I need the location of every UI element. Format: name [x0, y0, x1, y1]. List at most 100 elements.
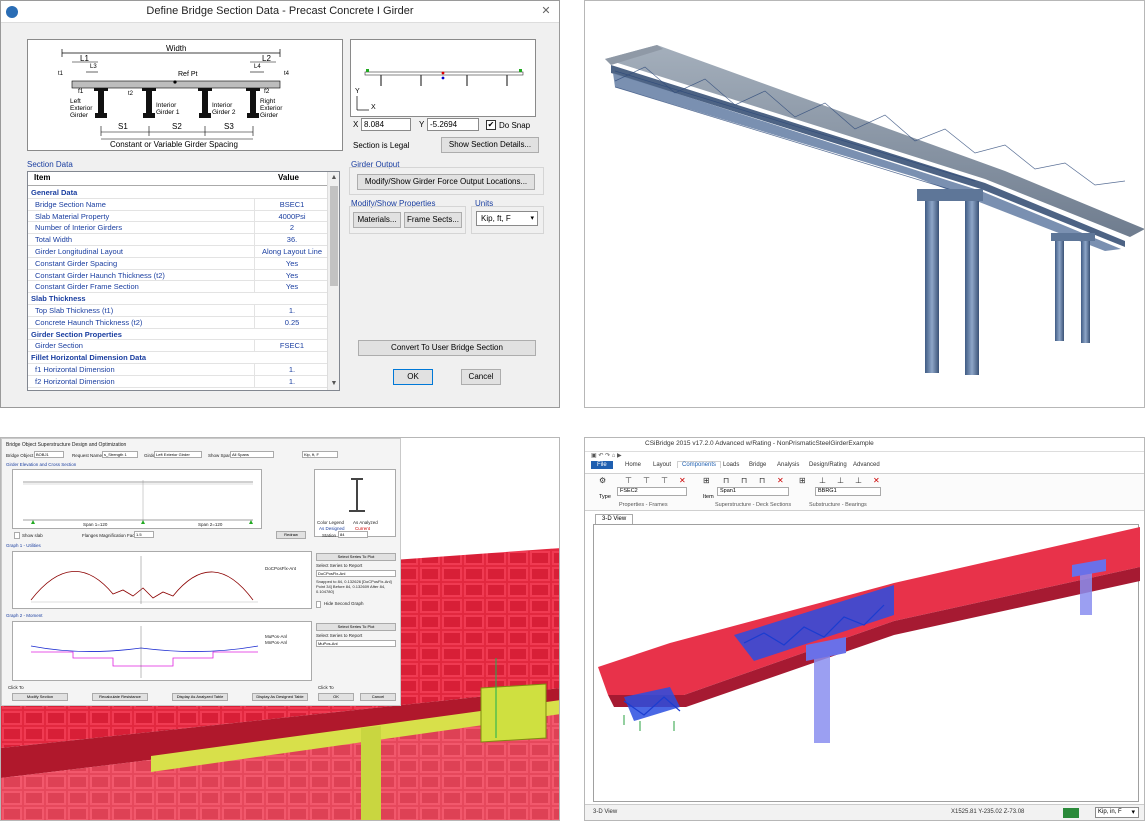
- table-row-value[interactable]: Yes: [256, 259, 328, 268]
- table-row[interactable]: f2 Horizontal Dimension 1.: [28, 375, 328, 388]
- bearing-copy-icon[interactable]: ⊥: [837, 476, 844, 485]
- table-row-divider: [254, 364, 255, 375]
- select-series-dropdown-2[interactable]: MuPos-Anl: [316, 640, 396, 647]
- t2-label: t2: [128, 91, 134, 97]
- tab-bridge[interactable]: Bridge: [749, 462, 766, 468]
- tab-design-rating[interactable]: Design/Rating: [809, 462, 847, 468]
- table-row: General Data: [28, 187, 328, 199]
- tab-loads[interactable]: Loads: [723, 462, 739, 468]
- table-row-value[interactable]: Yes: [256, 282, 328, 291]
- table-row-value[interactable]: 1.: [256, 306, 328, 315]
- table-row[interactable]: Slab Material Property 4000Psi: [28, 210, 328, 223]
- display-designed-button[interactable]: Display As Designed Table: [252, 693, 308, 701]
- request-select[interactable]: s_Strength 1: [102, 451, 138, 458]
- deck-item-icon[interactable]: ⊞: [703, 476, 710, 485]
- table-row[interactable]: Bridge Section Name BSEC1: [28, 198, 328, 211]
- table-row-value[interactable]: FSEC1: [256, 341, 328, 350]
- table-row[interactable]: Girder Section FSEC1: [28, 340, 328, 353]
- table-row[interactable]: Constant Girder Frame Section Yes: [28, 281, 328, 294]
- x-coord-field[interactable]: 8.084: [361, 118, 411, 131]
- status-indicator-icon: [1063, 808, 1079, 818]
- scroll-thumb[interactable]: [330, 186, 338, 286]
- table-row[interactable]: Constant Girder Spacing Yes: [28, 257, 328, 270]
- quick-access-toolbar[interactable]: ▣ ↶ ↷ ⌂ ▶: [591, 452, 671, 461]
- show-section-details-button[interactable]: Show Section Details...: [441, 137, 539, 153]
- frame-delete-icon[interactable]: ✕: [679, 476, 686, 485]
- show-slab-checkbox[interactable]: [14, 532, 20, 539]
- optimizer-ok-button[interactable]: OK: [318, 693, 354, 701]
- table-row-value[interactable]: 0.25: [256, 318, 328, 327]
- frame-type-icon[interactable]: ⚙: [599, 476, 606, 485]
- deck-section-select[interactable]: Span1: [717, 487, 789, 496]
- table-row[interactable]: Concrete Haunch Thickness (t2) 0.25: [28, 316, 328, 329]
- bearing-select[interactable]: BBRG1: [815, 487, 881, 496]
- select-series-button-2[interactable]: Select Series To Plot: [316, 623, 396, 631]
- bearing-delete-icon[interactable]: ✕: [873, 476, 880, 485]
- cancel-button[interactable]: Cancel: [461, 369, 501, 385]
- deck-modify-icon[interactable]: ⊓: [759, 476, 765, 485]
- tab-layout[interactable]: Layout: [653, 462, 671, 468]
- tab-home[interactable]: Home: [625, 462, 641, 468]
- deck-add-icon[interactable]: ⊓: [723, 476, 729, 485]
- station-field[interactable]: 84: [338, 531, 368, 538]
- chevron-down-icon: ▾: [1131, 809, 1135, 816]
- display-analyzed-button[interactable]: Display As Analyzed Table: [172, 693, 228, 701]
- table-row-value[interactable]: 1.: [256, 377, 328, 386]
- table-row-value[interactable]: 2: [256, 223, 328, 232]
- optimizer-units-select[interactable]: Kip, ft, F: [302, 451, 338, 458]
- redraw-button[interactable]: Redraw: [276, 531, 306, 539]
- table-row-value[interactable]: Along Layout Line: [256, 247, 328, 256]
- table-row-value[interactable]: 36.: [256, 235, 328, 244]
- materials-button[interactable]: Materials...: [353, 212, 401, 228]
- app-title: CSiBridge 2015 v17.2.0 Advanced w/Rating…: [645, 440, 874, 447]
- girder-force-output-button[interactable]: Modify/Show Girder Force Output Location…: [357, 174, 535, 190]
- deck-copy-icon[interactable]: ⊓: [741, 476, 747, 485]
- table-row[interactable]: Number of Interior Girders 2: [28, 222, 328, 235]
- bearing-add-icon[interactable]: ⊥: [819, 476, 826, 485]
- table-row-value[interactable]: BSEC1: [256, 200, 328, 209]
- y-coord-field[interactable]: -5.2694: [427, 118, 479, 131]
- 3d-viewport[interactable]: [593, 524, 1140, 802]
- table-row[interactable]: Girder Longitudinal Layout Along Layout L…: [28, 246, 328, 258]
- bearing-modify-icon[interactable]: ⊥: [855, 476, 862, 485]
- scroll-down-icon[interactable]: ▼: [328, 378, 339, 390]
- frame-add-icon[interactable]: ⊤: [625, 476, 632, 485]
- status-units-select[interactable]: Kip, in, F ▾: [1095, 807, 1139, 818]
- bearing-item-icon[interactable]: ⊞: [799, 476, 806, 485]
- frame-copy-icon[interactable]: ⊤: [643, 476, 650, 485]
- recalculate-button[interactable]: Recalculate Resistance: [92, 693, 148, 701]
- units-select[interactable]: Kip, ft, F ▾: [476, 211, 538, 226]
- bridge-object-select[interactable]: BOBJ1: [34, 451, 64, 458]
- table-row-value[interactable]: 1.: [256, 365, 328, 374]
- tab-file[interactable]: File: [591, 461, 613, 469]
- section-data-dialog: Define Bridge Section Data - Precast Con…: [0, 0, 560, 408]
- optimizer-cancel-button[interactable]: Cancel: [360, 693, 396, 701]
- select-series-dropdown-1[interactable]: DoCPosFlx-Anl: [316, 570, 396, 577]
- table-row-value[interactable]: Yes: [256, 271, 328, 280]
- frame-sects-button[interactable]: Frame Sects...: [404, 212, 462, 228]
- table-row[interactable]: Total Width 36.: [28, 234, 328, 246]
- select-series-button-1[interactable]: Select Series To Plot: [316, 553, 396, 561]
- table-scrollbar[interactable]: ▲ ▼: [327, 172, 339, 390]
- tab-components[interactable]: Components: [677, 461, 722, 468]
- table-row-value[interactable]: 4000Psi: [256, 212, 328, 221]
- table-row[interactable]: f1 Horizontal Dimension 1.: [28, 364, 328, 376]
- table-row[interactable]: Constant Girder Haunch Thickness (t2) Yes: [28, 269, 328, 282]
- modify-section-button[interactable]: Modify Section: [12, 693, 68, 701]
- ok-button[interactable]: OK: [393, 369, 433, 385]
- girder-select[interactable]: Left Exterior Girder: [154, 451, 202, 458]
- tab-analysis[interactable]: Analysis: [777, 462, 799, 468]
- close-icon[interactable]: ✕: [539, 4, 553, 18]
- deck-delete-icon[interactable]: ✕: [777, 476, 784, 485]
- table-row[interactable]: Top Slab Thickness (t1) 1.: [28, 305, 328, 317]
- magnification-field[interactable]: 1.5: [134, 531, 154, 538]
- hide-second-graph-checkbox[interactable]: [316, 601, 321, 608]
- do-snap-checkbox[interactable]: ✔: [486, 120, 496, 130]
- scroll-up-icon[interactable]: ▲: [328, 172, 339, 184]
- frame-section-select[interactable]: FSEC2: [617, 487, 687, 496]
- show-span-select[interactable]: All Spans: [230, 451, 274, 458]
- view-tab-3d[interactable]: 3-D View: [595, 514, 634, 524]
- tab-advanced[interactable]: Advanced: [853, 462, 880, 468]
- convert-to-user-section-button[interactable]: Convert To User Bridge Section: [358, 340, 536, 356]
- frame-modify-icon[interactable]: ⊤: [661, 476, 668, 485]
